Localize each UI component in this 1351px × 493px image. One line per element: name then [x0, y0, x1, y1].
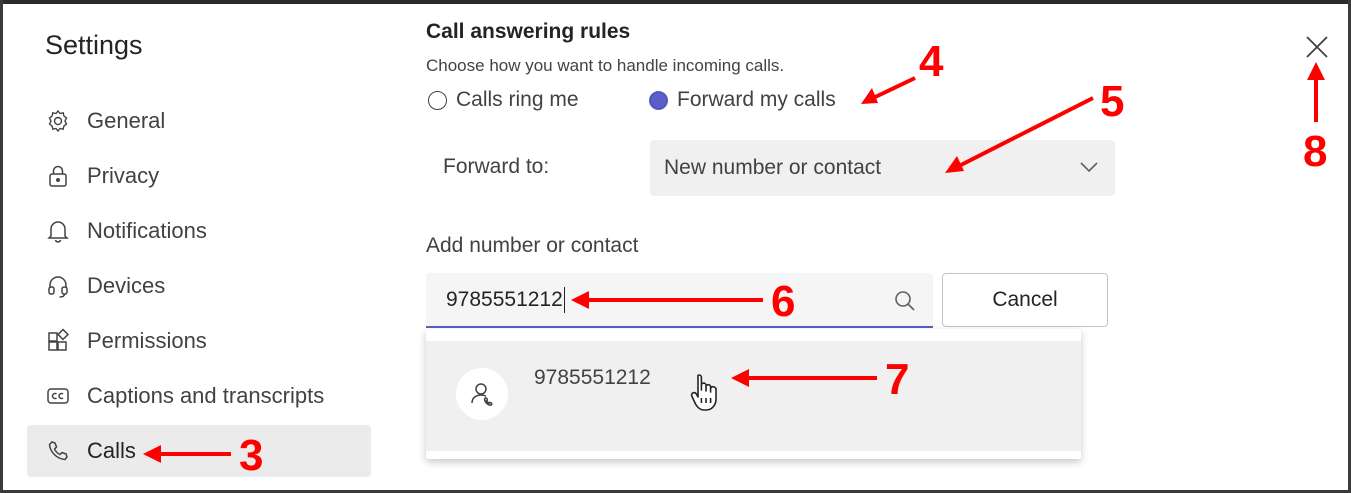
permissions-icon	[48, 328, 70, 351]
add-number-label: Add number or contact	[426, 234, 639, 257]
headset-icon	[48, 276, 68, 298]
search-input-value: 9785551212	[446, 287, 563, 311]
settings-dialog: Settings General Privacy Notifications D…	[0, 0, 1351, 493]
forward-to-value: New number or contact	[664, 156, 882, 179]
nav-item-captions[interactable]: Captions and transcripts	[27, 370, 371, 422]
hand-pointer-cursor-icon	[690, 374, 717, 411]
radio-circle-unselected	[428, 90, 447, 110]
arrow-4	[870, 76, 916, 101]
phone-icon	[48, 441, 68, 461]
settings-title: Settings	[45, 30, 143, 60]
call-answering-subtitle: Choose how you want to handle incoming c…	[426, 56, 785, 75]
nav-item-calls[interactable]: Calls	[27, 425, 371, 477]
suggestion-number: 9785551212	[534, 366, 651, 389]
suggestion-item[interactable]: 9785551212	[426, 341, 1081, 451]
radio-calls-ring-me[interactable]: Calls ring me	[428, 88, 579, 112]
nav-label-captions: Captions and transcripts	[87, 383, 325, 408]
nav-item-general[interactable]: General	[27, 95, 371, 147]
cancel-button[interactable]: Cancel	[942, 273, 1108, 327]
bell-icon	[47, 221, 69, 243]
nav-label-devices: Devices	[87, 273, 166, 298]
radio-label-calls-ring-me: Calls ring me	[456, 88, 579, 111]
radio-forward-my-calls[interactable]: Forward my calls	[649, 88, 836, 112]
gear-icon	[48, 109, 68, 133]
nav-label-permissions: Permissions	[87, 328, 207, 353]
annotation-number-3: 3	[239, 431, 264, 480]
annotation-number-8: 8	[1303, 127, 1328, 176]
annotation-number-5: 5	[1100, 77, 1125, 126]
nav-item-permissions[interactable]: Permissions	[27, 315, 371, 367]
annotation-number-7: 7	[885, 355, 910, 404]
contact-avatar	[456, 368, 508, 420]
annotation-number-4: 4	[919, 37, 944, 86]
cc-icon	[47, 388, 69, 404]
chevron-down-icon	[1080, 162, 1098, 173]
nav-label-privacy: Privacy	[87, 163, 160, 188]
contact-phone-icon	[471, 383, 493, 407]
nav-label-notifications: Notifications	[87, 218, 207, 243]
call-answering-title: Call answering rules	[426, 20, 631, 43]
nav-item-notifications[interactable]: Notifications	[27, 205, 371, 257]
contact-suggestions-dropdown: 9785551212	[426, 329, 1081, 459]
text-caret	[563, 286, 566, 313]
nav-label-calls: Calls	[87, 438, 136, 463]
lock-icon	[49, 165, 67, 187]
annotation-number-6: 6	[771, 277, 796, 326]
search-icon[interactable]	[893, 289, 917, 313]
forward-to-label: Forward to:	[443, 155, 550, 178]
forward-to-select[interactable]: New number or contact	[650, 140, 1115, 196]
nav-item-devices[interactable]: Devices	[27, 260, 371, 312]
radio-label-forward-my-calls: Forward my calls	[677, 88, 836, 111]
close-icon[interactable]	[1303, 33, 1331, 61]
contact-search-input[interactable]: 9785551212	[426, 273, 933, 328]
nav-label-general: General	[87, 108, 166, 133]
nav-item-privacy[interactable]: Privacy	[27, 150, 371, 202]
radio-circle-selected	[649, 90, 668, 110]
